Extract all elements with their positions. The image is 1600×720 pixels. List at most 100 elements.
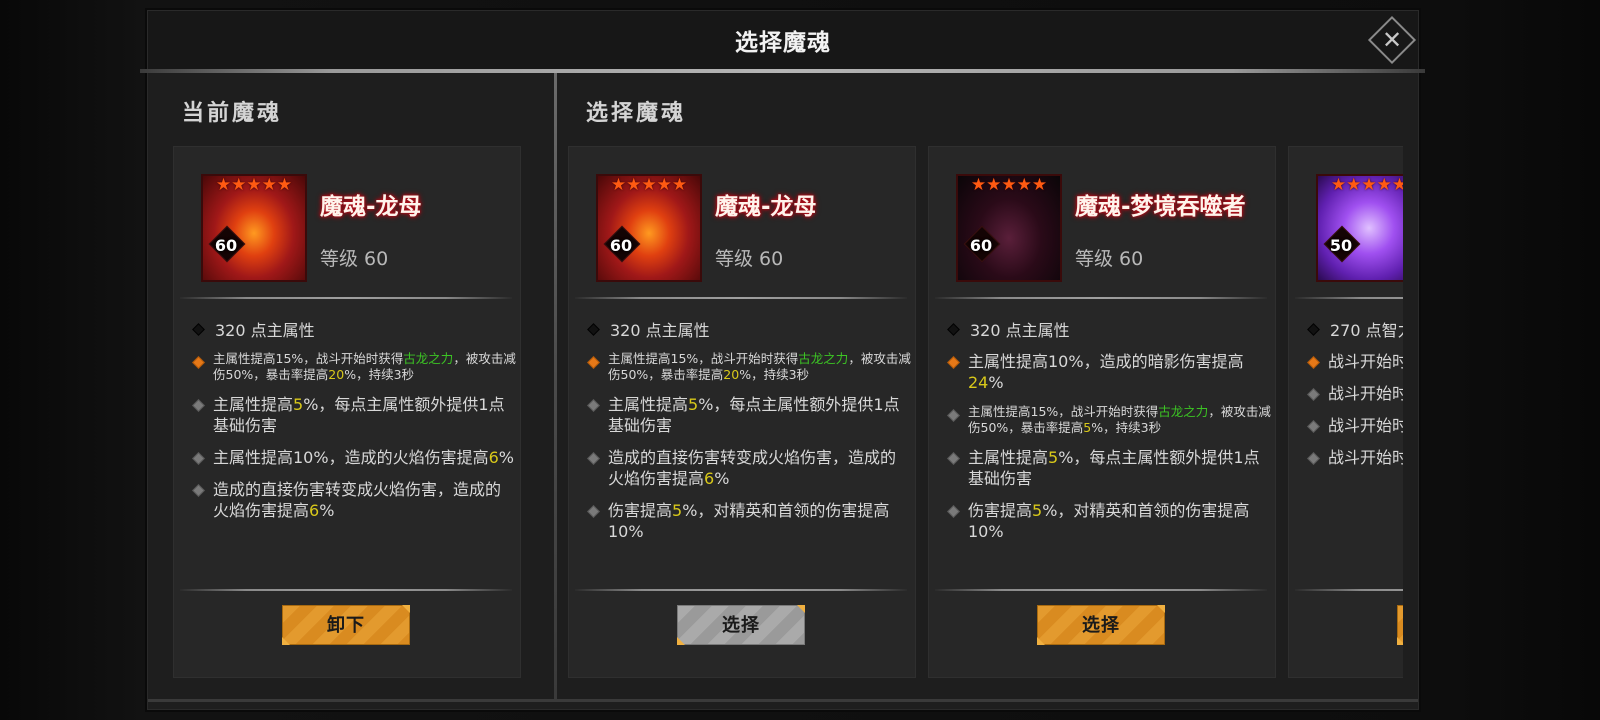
dream-devourer-portrait: ★★★★★: [956, 174, 1062, 282]
affix-text: 战斗开始时: [1328, 448, 1403, 467]
legendary-affix-icon: [192, 356, 205, 369]
card-divider: [935, 297, 1267, 299]
card-divider: [935, 589, 1267, 591]
affix-item: 战斗开始时值为英雄伤: [1307, 383, 1403, 404]
affix-item: 主属性提高15%，战斗开始时获得古龙之力，被攻击减伤50%，暴击率提高20%，持…: [192, 351, 516, 383]
affix-list: 主属性提高15%，战斗开始时获得古龙之力，被攻击减伤50%，暴击率提高20%，持…: [587, 351, 911, 553]
affix-text: 造成的直接伤害转变成火焰伤害，造成的火焰伤害提高: [213, 480, 502, 520]
affix-item: 伤害提高5%，对精英和首领的伤害提高10%: [947, 500, 1271, 542]
affix-item: 战斗开始时，数值为英: [1307, 447, 1403, 468]
affix-item: 主属性提高10%，造成的暗影伤害提高 24%: [947, 351, 1271, 393]
soul-name: 魔魂-龙母: [715, 194, 817, 220]
affix-text: %，持续3秒: [344, 367, 415, 382]
soul-level: 等级 60: [1075, 248, 1144, 270]
bottom-divider: [148, 699, 1418, 702]
affix-text: 5: [293, 395, 304, 414]
affix-list: 战斗开始时战斗开始时值为英雄伤战斗开始时续2.5秒战斗开始时，数值为英: [1307, 351, 1403, 479]
button-label: 卸下: [327, 615, 365, 636]
affix-icon: [587, 505, 600, 518]
soul-card[interactable]: ★★★★★ 60 魔魂-梦境吞噬者 等级 60 320 点主属性 主属性提高10%，造成的…: [928, 146, 1276, 678]
affix-icon: [947, 409, 960, 422]
rarity-stars: ★★★★★: [610, 175, 688, 195]
affix-item: 主属性提高15%，战斗开始时获得古龙之力，被攻击减伤50%，暴击率提高5%，持续…: [947, 404, 1271, 436]
affix-item: 主属性提高15%，战斗开始时获得古龙之力，被攻击减伤50%，暴击率提高20%，持…: [587, 351, 911, 383]
affix-text: 主属性提高15%，战斗开始时获得: [213, 351, 404, 366]
main-attribute-text: 320 点主属性: [970, 321, 1070, 340]
bullet-icon: [192, 323, 205, 336]
card-divider: [1295, 297, 1403, 299]
button-label: 选择: [1082, 615, 1120, 636]
card-divider: [1295, 589, 1403, 591]
affix-text: 主属性提高15%，战斗开始时获得: [968, 404, 1159, 419]
affix-text: 伤害提高: [968, 501, 1033, 520]
bullet-icon: [1307, 323, 1320, 336]
affix-item: 战斗开始时: [1307, 351, 1403, 372]
affix-item: 造成的直接伤害转变成火焰伤害，造成的火焰伤害提高6%: [192, 479, 516, 521]
affix-text: %，持续3秒: [739, 367, 810, 382]
button-corner: [1397, 637, 1403, 645]
affix-text: 6: [488, 448, 499, 467]
affix-icon: [192, 452, 205, 465]
dragon-mother-portrait: ★★★★★: [201, 174, 307, 282]
affix-icon: [192, 484, 205, 497]
button-corner: [282, 637, 290, 645]
affix-icon: [587, 452, 600, 465]
affix-text: 伤害提高: [608, 501, 673, 520]
affix-text: 20: [328, 367, 345, 382]
affix-text: %: [988, 373, 1004, 392]
soul-card[interactable]: ★★★★★50270 点智力战斗开始时战斗开始时值为英雄伤战斗开始时续2.5秒战…: [1288, 146, 1403, 678]
legendary-affix-icon: [587, 356, 600, 369]
button-corner: [402, 605, 410, 613]
affix-text: 主属性提高: [213, 395, 294, 414]
rarity-stars: ★★★★★: [970, 175, 1048, 195]
affix-text: 战斗开始时: [1328, 384, 1403, 403]
affix-icon: [1307, 452, 1320, 465]
affix-item: 主属性提高5%，每点主属性额外提供1点基础伤害: [947, 447, 1271, 489]
affix-text: 24: [968, 373, 989, 392]
affix-text: %: [498, 448, 514, 467]
select-button[interactable]: [1397, 605, 1403, 645]
affix-text: 主属性提高: [608, 395, 689, 414]
affix-text: 6: [704, 469, 715, 488]
bullet-icon: [947, 323, 960, 336]
button-corner: [797, 605, 805, 613]
soul-card[interactable]: ★★★★★ 60 魔魂-龙母 等级 60 320 点主属性 主属性提高15%，战斗开始时获…: [173, 146, 521, 678]
select-button[interactable]: 选择: [677, 605, 805, 645]
affix-text: 古龙之力: [403, 351, 454, 366]
main-attribute: 270 点智力: [1307, 317, 1403, 341]
legendary-affix-icon: [1307, 356, 1320, 369]
affix-text: 6: [309, 501, 320, 520]
affix-item: 主属性提高10%，造成的火焰伤害提高6%: [192, 447, 516, 468]
card-divider: [180, 297, 512, 299]
button-corner: [677, 637, 685, 645]
affix-item: 战斗开始时续2.5秒: [1307, 415, 1403, 436]
affix-text: 古龙之力: [798, 351, 849, 366]
main-attribute: 320 点主属性: [947, 317, 1070, 341]
affix-item: 主属性提高5%，每点主属性额外提供1点基础伤害: [587, 394, 911, 436]
main-attribute: 320 点主属性: [192, 317, 315, 341]
soul-name: 魔魂-梦境吞噬者: [1075, 194, 1246, 220]
affix-icon: [1307, 388, 1320, 401]
rarity-stars: ★★★★★: [1330, 175, 1403, 195]
button-corner: [1037, 637, 1045, 645]
affix-text: 造成的直接伤害转变成火焰伤害，造成的火焰伤害提高: [608, 448, 897, 488]
soul-card-list[interactable]: ★★★★★ 60 魔魂-龙母 等级 60 320 点主属性 主属性提高15%，战斗开始时获…: [148, 11, 1403, 711]
affix-text: 5: [672, 501, 683, 520]
affix-text: %: [319, 501, 335, 520]
bullet-icon: [587, 323, 600, 336]
affix-text: 5: [1048, 448, 1059, 467]
soul-card[interactable]: ★★★★★ 60 魔魂-龙母 等级 60 320 点主属性 主属性提高15%，战斗开始时获…: [568, 146, 916, 678]
affix-icon: [947, 505, 960, 518]
card-divider: [575, 589, 907, 591]
affix-text: 战斗开始时: [1328, 416, 1403, 435]
affix-text: 主属性提高: [968, 448, 1049, 467]
unequip-button[interactable]: 卸下: [282, 605, 410, 645]
affix-text: 主属性提高15%，战斗开始时获得: [608, 351, 799, 366]
level-badge: 60: [214, 236, 238, 255]
select-button[interactable]: 选择: [1037, 605, 1165, 645]
affix-list: 主属性提高15%，战斗开始时获得古龙之力，被攻击减伤50%，暴击率提高20%，持…: [192, 351, 516, 532]
affix-item: 主属性提高5%，每点主属性额外提供1点基础伤害: [192, 394, 516, 436]
affix-text: %: [714, 469, 730, 488]
affix-icon: [192, 399, 205, 412]
soul-name: 魔魂-龙母: [320, 194, 422, 220]
